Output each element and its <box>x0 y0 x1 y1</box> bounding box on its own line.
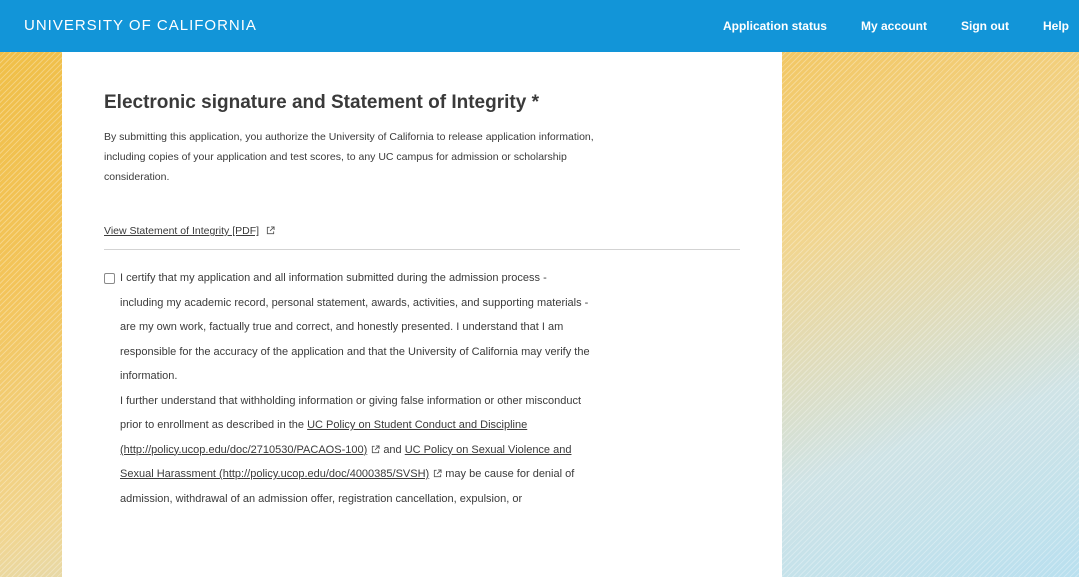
external-link-icon <box>266 226 275 235</box>
certification-paragraph-1: I certify that my application and all in… <box>120 272 590 382</box>
and-text: and <box>383 443 402 456</box>
form-panel: Electronic signature and Statement of In… <box>62 52 782 577</box>
my-account-link[interactable]: My account <box>861 19 927 33</box>
header-nav: Application status My account Sign out H… <box>689 19 1069 33</box>
certify-checkbox[interactable] <box>104 273 115 284</box>
certification-paragraph-2: I further understand that withholding in… <box>120 389 590 512</box>
sign-out-link[interactable]: Sign out <box>961 19 1009 33</box>
statement-link-row: View Statement of Integrity [PDF] <box>104 223 740 239</box>
certification-block: I certify that my application and all in… <box>104 266 590 511</box>
section-title: Electronic signature and Statement of In… <box>104 92 539 113</box>
university-brand: UNIVERSITY OF CALIFORNIA <box>24 17 257 34</box>
intro-text: By submitting this application, you auth… <box>104 131 594 183</box>
application-status-link[interactable]: Application status <box>723 19 827 33</box>
external-link-icon <box>434 469 442 478</box>
signature-section: Electronic signature and Statement of In… <box>104 90 740 511</box>
help-link[interactable]: Help <box>1043 19 1069 33</box>
external-link-icon <box>372 444 380 453</box>
view-statement-pdf-link[interactable]: View Statement of Integrity [PDF] <box>104 225 259 237</box>
top-navigation-bar: UNIVERSITY OF CALIFORNIA Application sta… <box>0 0 1079 52</box>
section-divider <box>104 249 740 250</box>
